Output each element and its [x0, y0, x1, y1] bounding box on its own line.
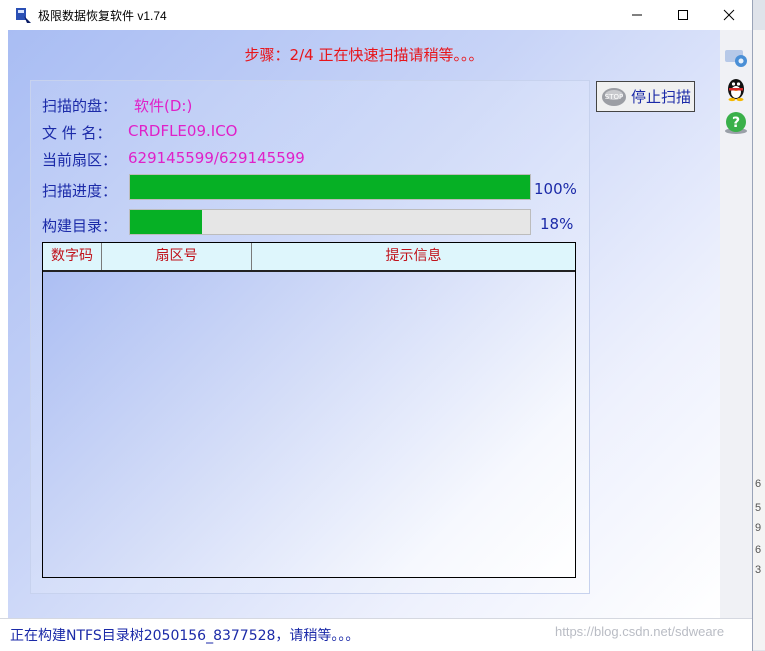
svg-text:?: ?	[732, 115, 740, 131]
scan-progress-fill	[130, 175, 530, 199]
build-directory-bar	[129, 209, 531, 235]
column-header-code[interactable]: 数字码	[43, 243, 102, 270]
scan-progress-label: 扫描进度：	[42, 182, 118, 200]
stop-scan-label: 停止扫描	[631, 88, 692, 106]
file-name-label: 文 件 名：	[42, 124, 112, 142]
current-sector-label: 当前扇区：	[42, 151, 118, 169]
settings-gear-icon[interactable]	[723, 44, 749, 70]
status-text: 正在构建NTFS目录树2050156_8377528，请稍等。。。	[10, 628, 360, 644]
current-sector-value: 629145599/629145599	[128, 149, 305, 167]
title-bar[interactable]: 极限数据恢复软件 v1.74	[0, 0, 752, 30]
scan-progress-bar	[129, 174, 531, 200]
build-directory-label: 构建目录：	[42, 217, 118, 235]
disk-label: 扫描的盘：	[42, 97, 118, 115]
bg-char: 3	[755, 564, 762, 576]
maximize-button[interactable]	[660, 0, 706, 30]
help-icon[interactable]: ?	[723, 110, 749, 136]
watermark-text: https://blog.csdn.net/sdweare	[555, 624, 725, 639]
bg-char: 9	[755, 522, 762, 534]
minimize-icon	[632, 14, 642, 16]
content-area: 步骤：2/4 正在快速扫描请稍等。。。 扫描的盘： 软件(D:) 文 件 名： …	[8, 30, 720, 618]
column-header-message[interactable]: 提示信息	[252, 243, 575, 270]
side-toolbar: ?	[720, 30, 752, 618]
table-header: 数字码 扇区号 提示信息	[43, 243, 575, 272]
svg-text:STOP: STOP	[605, 93, 623, 101]
close-icon	[723, 9, 735, 21]
close-button[interactable]	[706, 0, 752, 30]
scan-progress-percent: 100%	[534, 180, 577, 198]
bg-char: 5	[755, 502, 762, 514]
maximize-icon	[678, 10, 688, 20]
column-header-sector[interactable]: 扇区号	[102, 243, 252, 270]
bg-char: 6	[755, 544, 762, 556]
stop-scan-button[interactable]: STOP 停止扫描	[596, 81, 695, 112]
file-name-value: CRDFLE09.ICO	[128, 122, 238, 140]
app-logo-icon	[16, 8, 31, 23]
background-window-right: 6 5 9 6 3	[752, 30, 765, 650]
bg-char: 6	[755, 478, 762, 490]
stop-icon: STOP	[602, 87, 626, 106]
main-window: 极限数据恢复软件 v1.74 步骤：2/4 正在快速扫描请稍等。。。 扫描的盘：…	[0, 0, 752, 651]
minimize-button[interactable]	[614, 0, 660, 30]
build-directory-fill	[130, 210, 202, 234]
step-title: 步骤：2/4 正在快速扫描请稍等。。。	[244, 46, 484, 64]
results-table[interactable]: 数字码 扇区号 提示信息	[42, 242, 576, 578]
qq-penguin-icon[interactable]	[723, 76, 749, 102]
disk-value: 软件(D:)	[134, 97, 193, 115]
build-directory-percent: 18%	[540, 215, 574, 233]
window-title: 极限数据恢复软件 v1.74	[38, 9, 167, 23]
